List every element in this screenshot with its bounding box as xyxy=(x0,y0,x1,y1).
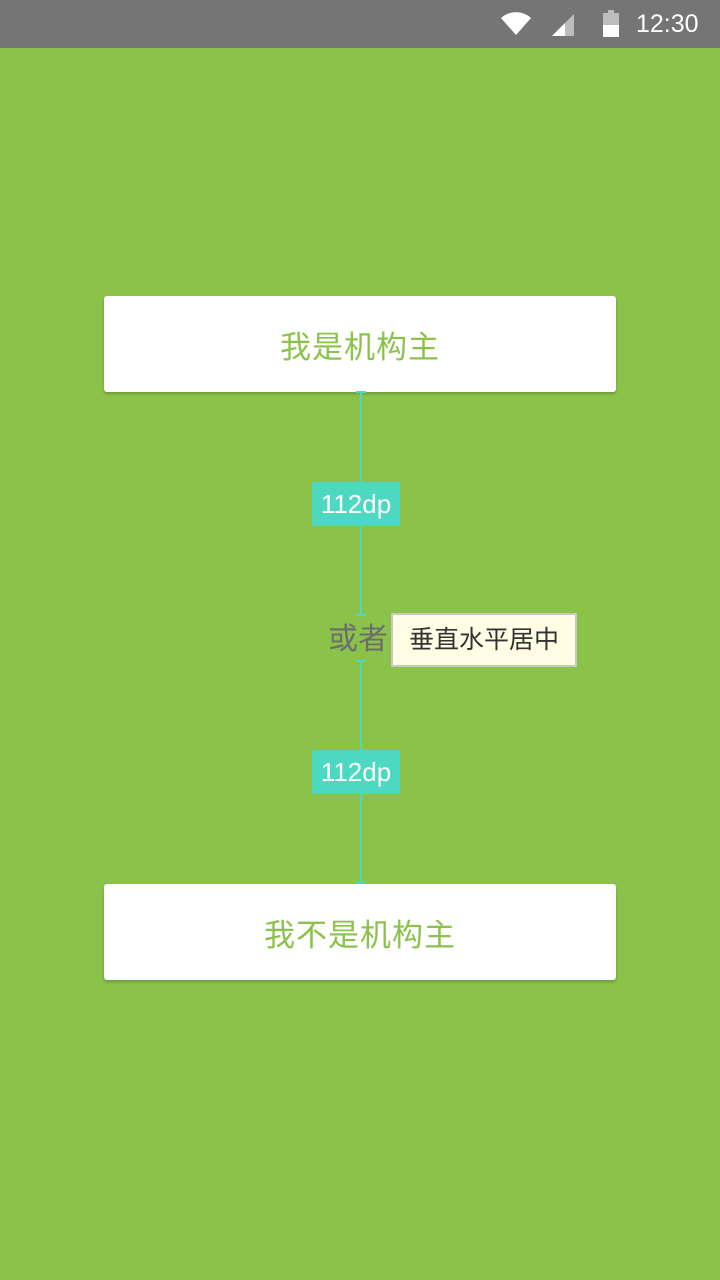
spacing-label-top: 112dp xyxy=(312,482,400,526)
status-bar: 12:30 xyxy=(0,0,720,48)
cell-signal-icon xyxy=(552,14,574,36)
not-organizer-button[interactable]: 我不是机构主 xyxy=(104,884,616,980)
battery-icon xyxy=(603,10,619,37)
centering-note: 垂直水平居中 xyxy=(391,613,577,667)
organizer-button[interactable]: 我是机构主 xyxy=(104,296,616,392)
guide-tick-top-end xyxy=(356,614,366,616)
wifi-icon xyxy=(501,12,531,36)
or-separator-text: 或者 xyxy=(328,622,388,657)
spacing-label-bottom: 112dp xyxy=(312,750,400,794)
status-clock: 12:30 xyxy=(636,10,699,38)
